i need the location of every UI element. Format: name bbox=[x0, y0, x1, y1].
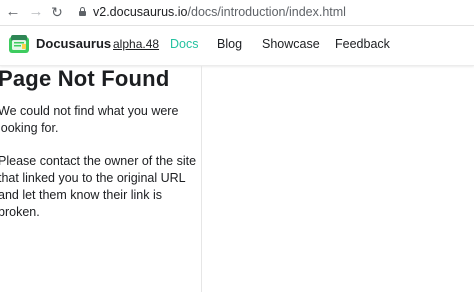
reload-icon[interactable]: ↻ bbox=[48, 3, 66, 21]
not-found-message: We could not find what you were looking … bbox=[0, 104, 179, 135]
contact-owner-message: Please contact the owner of the site tha… bbox=[0, 154, 197, 219]
version-link[interactable]: alpha.48 bbox=[113, 37, 159, 51]
nav-link-feedback[interactable]: Feedback bbox=[335, 37, 390, 51]
page-title: Page Not Found bbox=[0, 66, 170, 91]
back-arrow-icon[interactable]: ← bbox=[4, 3, 22, 21]
url-path: /docs/introduction/index.html bbox=[187, 5, 346, 19]
forward-arrow-icon[interactable]: → bbox=[27, 3, 45, 21]
address-bar[interactable]: v2.docusaurus.io/docs/introduction/index… bbox=[93, 5, 346, 19]
browser-toolbar: ← → ↻ v2.docusaurus.io/docs/introduction… bbox=[0, 0, 474, 26]
brand-title[interactable]: Docusaurus bbox=[36, 36, 111, 51]
docusaurus-logo-icon[interactable] bbox=[9, 35, 29, 53]
nav-link-blog[interactable]: Blog bbox=[217, 37, 242, 51]
nav-link-showcase[interactable]: Showcase bbox=[262, 37, 320, 51]
site-navbar: Docusaurus alpha.48 Docs Blog Showcase F… bbox=[0, 26, 474, 66]
lock-icon[interactable] bbox=[79, 7, 86, 16]
url-host: v2.docusaurus.io bbox=[93, 5, 188, 19]
nav-link-docs[interactable]: Docs bbox=[170, 37, 198, 51]
sidebar-divider bbox=[201, 66, 202, 292]
